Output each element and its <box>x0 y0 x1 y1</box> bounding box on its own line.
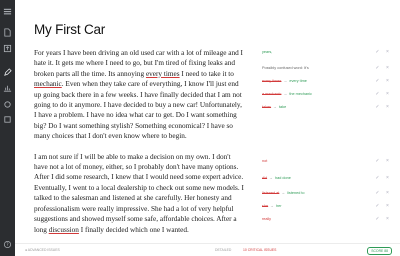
replacement-text: had done <box>275 176 291 180</box>
replacement-text: listened to <box>287 191 305 195</box>
document-title[interactable]: My First Car <box>34 22 244 37</box>
suggestion-text: did → had done <box>262 176 372 180</box>
dismiss-icon[interactable]: × <box>385 49 390 55</box>
flagged-phrase[interactable]: discussion <box>49 226 79 234</box>
flagged-phrase[interactable]: mechanic <box>34 80 62 88</box>
dismiss-icon[interactable]: × <box>385 65 390 71</box>
suggestion-text: she → her <box>262 204 372 208</box>
flagged-phrase[interactable]: every times <box>146 70 180 78</box>
dismiss-icon[interactable]: × <box>385 175 390 181</box>
replacement-text: take <box>279 105 287 109</box>
help-icon[interactable]: ? <box>3 240 12 249</box>
advanced-issues-label[interactable]: ● ADVANCED ISSUES <box>25 248 60 252</box>
paragraph-2[interactable]: I am not sure if I will be able to make … <box>34 152 244 235</box>
arrow-icon: → <box>282 92 289 96</box>
suggestion-card[interactable]: years, ✓ × <box>262 48 390 56</box>
suggestion-text: a mechanic → the mechanic <box>262 92 372 96</box>
suggestion-actions: ✓ × <box>372 158 390 164</box>
suggestion-actions: ✓ × <box>372 65 390 71</box>
suggestion-card[interactable]: not ✓ × <box>262 157 390 165</box>
arrow-icon: → <box>268 176 274 180</box>
suggestion-label: really <box>262 217 272 221</box>
dismiss-icon[interactable]: × <box>385 78 390 84</box>
dismiss-icon[interactable]: × <box>385 91 390 97</box>
text-run: I finally decided which one I wanted. <box>78 225 189 234</box>
suggestion-card[interactable]: really ✓ × <box>262 215 390 223</box>
text-run: . Even when they take care of everything… <box>34 80 242 141</box>
sidebar: ? <box>0 0 15 256</box>
accept-icon[interactable]: ✓ <box>375 175 380 181</box>
arrow-icon: → <box>269 204 276 208</box>
suggestion-actions: ✓ × <box>372 190 390 196</box>
detail-mode-label[interactable]: DETAILED <box>215 248 231 252</box>
accept-icon[interactable]: ✓ <box>375 158 380 164</box>
new-document-icon[interactable] <box>3 28 12 37</box>
removed-text: takes <box>262 105 272 109</box>
text-run: I am not sure if I will be able to make … <box>34 152 244 234</box>
suggestion-card[interactable]: listened at → listened to ✓ × <box>262 189 390 197</box>
suggestion-text: really <box>262 217 372 221</box>
dismiss-icon[interactable]: × <box>385 203 390 209</box>
suggestion-text: every times → every time <box>262 79 372 83</box>
removed-text: a mechanic <box>262 92 282 96</box>
arrow-icon: → <box>272 105 278 109</box>
paragraph-1[interactable]: For years I have been driving an old use… <box>34 48 244 142</box>
document[interactable]: My First Car For years I have been drivi… <box>34 22 244 235</box>
suggestion-card[interactable]: every times → every time ✓ × <box>262 77 390 85</box>
suggestion-actions: ✓ × <box>372 203 390 209</box>
removed-text: listened at <box>262 191 280 195</box>
settings-icon[interactable] <box>3 115 12 124</box>
suggestion-actions: ✓ × <box>372 175 390 181</box>
suggestion-card[interactable]: a mechanic → the mechanic ✓ × <box>262 90 390 98</box>
suggestion-actions: ✓ × <box>372 78 390 84</box>
menu-icon[interactable] <box>3 7 12 16</box>
accept-icon[interactable]: ✓ <box>375 216 380 222</box>
suggestion-text: not <box>262 159 372 163</box>
removed-text: every times <box>262 79 282 83</box>
accept-icon[interactable]: ✓ <box>375 203 380 209</box>
accept-icon[interactable]: ✓ <box>375 104 380 110</box>
suggestion-card[interactable]: she → her ✓ × <box>262 202 390 210</box>
suggestion-actions: ✓ × <box>372 104 390 110</box>
dismiss-icon[interactable]: × <box>385 158 390 164</box>
replacement-text: the mechanic <box>289 92 312 96</box>
accept-icon[interactable]: ✓ <box>375 190 380 196</box>
suggestion-text: takes → take <box>262 105 372 109</box>
dismiss-icon[interactable]: × <box>385 104 390 110</box>
suggestion-label: Possibly confused word: It's <box>262 66 309 70</box>
replacement-text: every time <box>289 79 307 83</box>
suggestion-card[interactable]: takes → take ✓ × <box>262 103 390 111</box>
suggestion-card[interactable]: Possibly confused word: It's ✓ × <box>262 64 390 72</box>
suggestion-text: listened at → listened to <box>262 191 372 195</box>
text-run: I need to take it to <box>179 69 234 78</box>
dismiss-icon[interactable]: × <box>385 190 390 196</box>
accept-icon[interactable]: ✓ <box>375 78 380 84</box>
suggestion-text: Possibly confused word: It's <box>262 66 372 70</box>
status-bar: ● ADVANCED ISSUES DETAILED 10 CRITICAL I… <box>15 243 400 256</box>
suggestion-actions: ✓ × <box>372 91 390 97</box>
suggestion-label: not <box>262 159 268 163</box>
chart-icon[interactable] <box>3 84 12 93</box>
removed-text: did <box>262 176 268 180</box>
suggestion-actions: ✓ × <box>372 216 390 222</box>
suggestion-card[interactable]: did → had done ✓ × <box>262 174 390 182</box>
suggestion-label: years, <box>262 50 273 54</box>
suggestion-actions: ✓ × <box>372 49 390 55</box>
critical-issues-count[interactable]: 10 CRITICAL ISSUES <box>243 248 276 252</box>
score-button[interactable]: SCORE 88 <box>367 247 392 255</box>
accept-icon[interactable]: ✓ <box>375 49 380 55</box>
brush-icon[interactable] <box>3 100 12 109</box>
arrow-icon: → <box>282 79 289 83</box>
upload-icon[interactable] <box>3 44 12 53</box>
arrow-icon: → <box>280 191 287 195</box>
accept-icon[interactable]: ✓ <box>375 91 380 97</box>
dismiss-icon[interactable]: × <box>385 216 390 222</box>
edit-pen-icon[interactable] <box>3 68 12 77</box>
accept-icon[interactable]: ✓ <box>375 65 380 71</box>
removed-text: she <box>262 204 269 208</box>
suggestion-text: years, <box>262 50 372 54</box>
replacement-text: her <box>276 204 282 208</box>
